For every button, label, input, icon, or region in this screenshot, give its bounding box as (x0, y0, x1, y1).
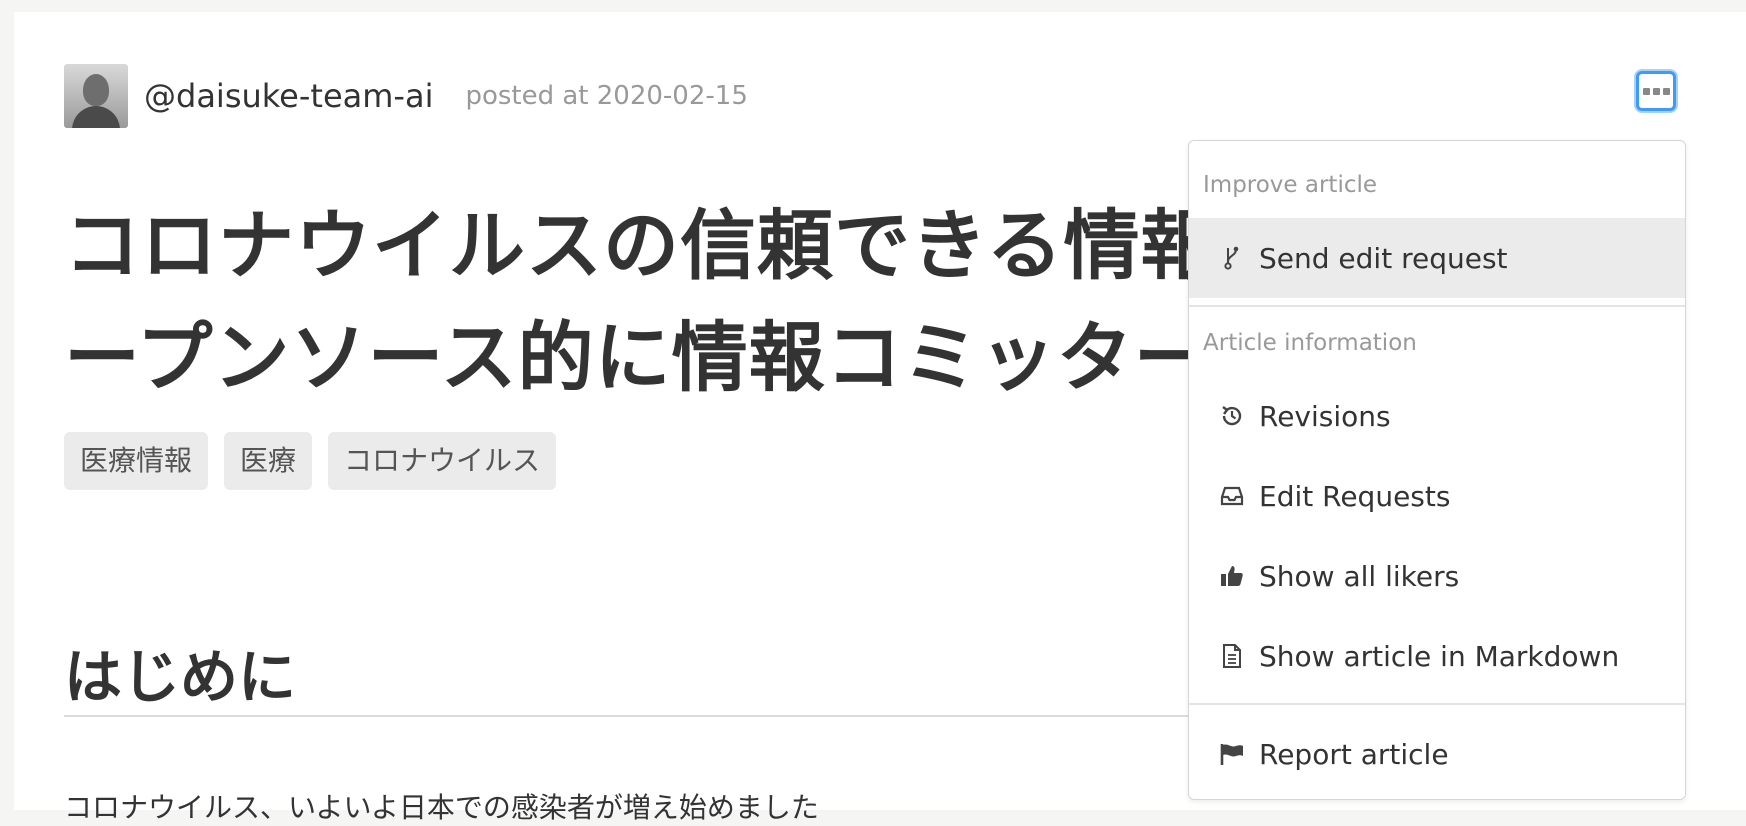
more-options-button[interactable] (1636, 71, 1676, 111)
tag-list: 医療情報 医療 コロナウイルス (64, 432, 557, 490)
posted-date: posted at 2020-02-15 (465, 81, 748, 111)
menu-item-revisions[interactable]: Revisions (1189, 376, 1685, 456)
more-dots-icon (1652, 87, 1660, 95)
history-icon (1219, 403, 1245, 429)
article-title-line: コロナウイルスの信頼できる情報 (64, 201, 1194, 290)
author-username[interactable]: @daisuke-team-ai (144, 77, 433, 115)
more-dots-icon (1662, 87, 1670, 95)
article-title: コロナウイルスの信頼できる情報 ープンソース的に情報コミッター (64, 190, 1194, 414)
document-icon (1219, 643, 1245, 669)
tag[interactable]: 医療情報 (64, 432, 209, 490)
menu-item-show-markdown[interactable]: Show article in Markdown (1189, 616, 1685, 696)
avatar-body-shape (72, 106, 120, 128)
menu-divider (1189, 703, 1685, 705)
menu-item-label: Report article (1259, 737, 1449, 771)
tag[interactable]: 医療 (224, 432, 313, 490)
flag-icon (1219, 741, 1245, 767)
menu-divider (1189, 305, 1685, 307)
section-divider (64, 715, 1194, 717)
more-dots-icon (1642, 87, 1650, 95)
menu-item-label: Revisions (1259, 399, 1391, 433)
article-options-menu: Improve article Send edit request Articl… (1188, 140, 1686, 800)
menu-item-show-all-likers[interactable]: Show all likers (1189, 536, 1685, 616)
menu-header-improve: Improve article (1203, 172, 1378, 198)
menu-item-send-edit-request[interactable]: Send edit request (1189, 218, 1685, 298)
avatar[interactable] (64, 64, 128, 128)
menu-item-label: Show article in Markdown (1259, 639, 1620, 673)
menu-header-info: Article information (1203, 330, 1417, 356)
tag[interactable]: コロナウイルス (328, 432, 557, 490)
branch-icon (1219, 245, 1245, 271)
menu-item-report-article[interactable]: Report article (1189, 714, 1685, 794)
menu-item-label: Show all likers (1259, 559, 1460, 593)
menu-item-label: Edit Requests (1259, 479, 1451, 513)
article-title-line: ープンソース的に情報コミッター (64, 313, 1194, 402)
menu-item-label: Send edit request (1259, 241, 1508, 275)
author-row: @daisuke-team-ai posted at 2020-02-15 (64, 64, 748, 128)
article-body-text: コロナウイルス、いよいよ日本での感染者が増え始めました (64, 791, 819, 824)
thumbs-up-icon (1219, 563, 1245, 589)
menu-item-edit-requests[interactable]: Edit Requests (1189, 456, 1685, 536)
avatar-head-shape (83, 74, 109, 106)
section-heading: はじめに (64, 643, 297, 711)
inbox-icon (1219, 483, 1245, 509)
